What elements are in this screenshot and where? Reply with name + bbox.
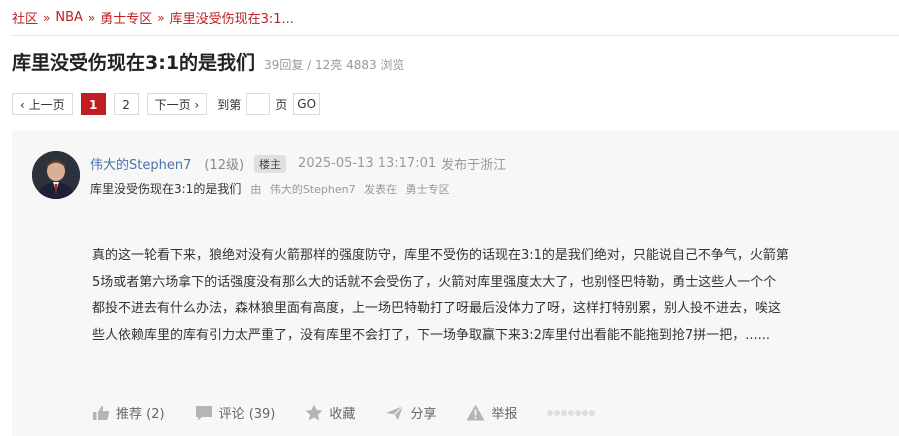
warning-icon	[466, 404, 485, 421]
sub-by-label: 由	[250, 182, 262, 196]
avatar-image	[32, 151, 80, 199]
avatar[interactable]	[32, 151, 80, 199]
goto-label: 到第	[217, 97, 242, 112]
comment-icon	[195, 405, 212, 420]
thread-stats: 39回复 / 12亮 4883 浏览	[264, 58, 405, 72]
share-icon	[386, 405, 404, 420]
post-subtitle: 库里没受伤现在3:1的是我们	[90, 182, 242, 196]
report-label: 举报	[491, 407, 518, 422]
breadcrumb: 社区 » NBA » 勇士专区 » 库里没受伤现在3:1...	[12, 8, 294, 27]
page-1-button[interactable]: 1	[80, 93, 106, 115]
breadcrumb-nba[interactable]: NBA	[55, 10, 83, 25]
thread-header: 库里没受伤现在3:1的是我们 39回复 / 12亮 4883 浏览	[12, 48, 404, 75]
author-name[interactable]: 伟大的Stephen7	[90, 154, 191, 173]
header-divider	[12, 35, 899, 36]
post-location: 发布于浙江	[441, 158, 507, 173]
op-badge: 楼主	[254, 154, 287, 173]
recommend-label: 推荐 (2)	[116, 407, 165, 422]
post-body-line: 都投不进去有什么办法，森林狼里面有高度，上一场巴特勒打了呀最后没体力了呀，这样打…	[92, 301, 782, 316]
share-label: 分享	[410, 407, 437, 422]
pagination: ‹ 上一页 1 2 下一页 › 到第 页 GO	[12, 93, 321, 115]
breadcrumb-separator: »	[87, 10, 96, 25]
sub-author[interactable]: 伟大的Stephen7	[270, 183, 356, 196]
comment-label: 评论 (39)	[218, 407, 276, 422]
breadcrumb-separator: »	[157, 10, 165, 25]
post-time: 2025-05-13 13:17:01	[298, 156, 437, 171]
thumbs-up-icon	[93, 405, 110, 420]
post-body-line: 5场或者第六场拿下的话强度没有那么大的话就不会受伤了，火箭对库里强度太大了，也别…	[92, 274, 777, 290]
report-button[interactable]: 举报	[466, 403, 517, 422]
post-body-line: 些人依赖库里的库有引力太严重了，没有库里不会打了，下一场争取赢下来3:2库里付出…	[92, 327, 770, 343]
post-meta: 伟大的Stephen7 (12级) 楼主 2025-05-13 13:17:01…	[90, 154, 506, 173]
breadcrumb-separator: »	[43, 10, 51, 25]
go-button[interactable]: GO	[293, 93, 321, 115]
author-level: (12级)	[204, 158, 245, 173]
post-source: 由 伟大的Stephen7 发表在 勇士专区	[250, 181, 454, 197]
page-2-button[interactable]: 2	[113, 93, 139, 115]
star-icon	[305, 404, 323, 421]
comment-button[interactable]: 评论 (39)	[195, 403, 276, 422]
next-page-button[interactable]: 下一页 ›	[146, 93, 208, 115]
post-body-line: 真的这一轮看下来，狼绝对没有火箭那样的强度防守，库里不受伤的话现在3:1的是我们…	[92, 248, 789, 263]
favorite-label: 收藏	[329, 407, 356, 422]
page-unit-label: 页	[275, 97, 288, 112]
page-title: 库里没受伤现在3:1的是我们	[12, 52, 256, 74]
recommend-button[interactable]: 推荐 (2)	[92, 403, 165, 422]
post-actions: 推荐 (2) 评论 (39) 收藏 分享 举报	[92, 403, 596, 422]
post-subline: 库里没受伤现在3:1的是我们 由 伟大的Stephen7 发表在 勇士专区	[90, 180, 455, 197]
breadcrumb-current-thread[interactable]: 库里没受伤现在3:1...	[170, 8, 294, 27]
post-card: 伟大的Stephen7 (12级) 楼主 2025-05-13 13:17:01…	[12, 131, 899, 436]
prev-page-button[interactable]: ‹ 上一页	[12, 93, 73, 115]
breadcrumb-community[interactable]: 社区	[12, 8, 38, 27]
breadcrumb-warriors-forum[interactable]: 勇士专区	[100, 8, 152, 27]
sub-forum[interactable]: 勇士专区	[406, 183, 450, 196]
share-button[interactable]: 分享	[385, 403, 436, 422]
goto-page-input[interactable]	[246, 93, 271, 115]
more-options-icon[interactable]	[547, 409, 596, 416]
sub-posted-in-label: 发表在	[364, 182, 398, 196]
favorite-button[interactable]: 收藏	[305, 403, 355, 422]
post-body: 真的这一轮看下来，狼绝对没有火箭那样的强度防守，库里不受伤的话现在3:1的是我们…	[92, 243, 858, 349]
